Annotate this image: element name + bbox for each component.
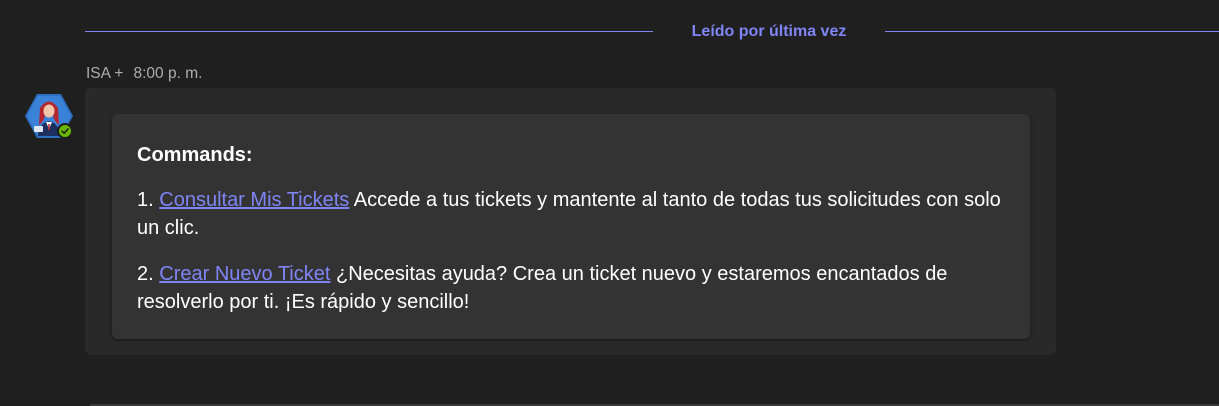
message-meta: ISA + 8:00 p. m. <box>86 64 202 84</box>
command-item-consultar: 1. Consultar Mis Tickets Accede a tus ti… <box>137 186 1017 242</box>
read-marker-line-right <box>885 31 1219 32</box>
presence-available-icon <box>57 123 73 139</box>
read-marker-line-left <box>85 31 653 32</box>
card-title: Commands: <box>137 144 253 166</box>
message-timestamp: 8:00 p. m. <box>133 65 203 82</box>
crear-nuevo-ticket-link[interactable]: Crear Nuevo Ticket <box>159 263 330 285</box>
command-item-crear: 2. Crear Nuevo Ticket ¿Necesitas ayuda? … <box>137 260 1017 316</box>
command-number: 1. <box>137 189 154 211</box>
consultar-mis-tickets-link[interactable]: Consultar Mis Tickets <box>159 189 349 211</box>
sender-name[interactable]: ISA + <box>86 65 124 82</box>
command-number: 2. <box>137 263 154 285</box>
read-marker-label: Leído por última vez <box>691 23 847 40</box>
chat-pane: Leído por última vez ISA + 8:00 p. m. Com… <box>0 0 1219 406</box>
